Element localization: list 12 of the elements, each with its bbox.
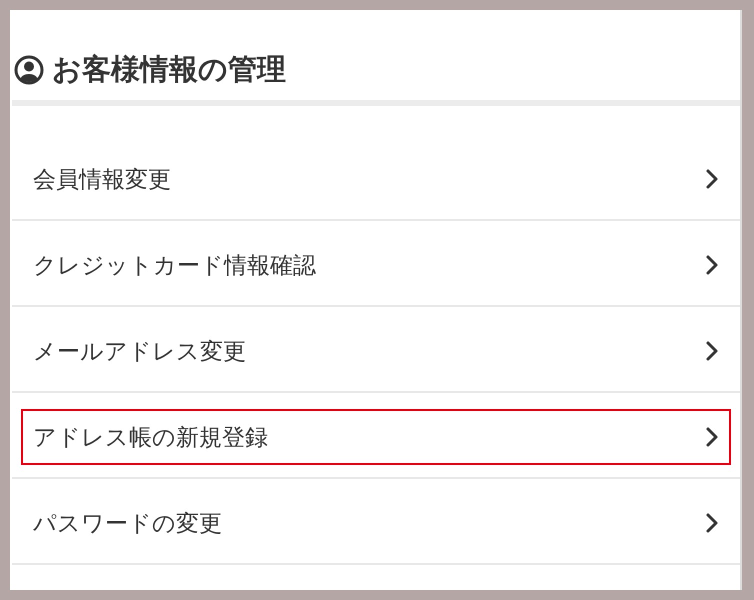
menu-item[interactable]: アドレス帳の新規登録 (21, 409, 731, 465)
user-icon (14, 55, 44, 85)
chevron-icon (705, 254, 719, 276)
section-title: お客様情報の管理 (52, 51, 286, 88)
menu-item[interactable]: 会員情報変更 (21, 151, 731, 207)
chevron-icon (705, 426, 719, 448)
chevron-icon (705, 512, 719, 534)
menu-item[interactable]: クレジットカード情報確認 (21, 237, 731, 293)
menu-item[interactable]: パスワードの変更 (21, 495, 731, 551)
chevron-icon (705, 340, 719, 362)
menu-item[interactable]: メールアドレス変更 (21, 323, 731, 379)
chevron-icon (705, 168, 719, 190)
